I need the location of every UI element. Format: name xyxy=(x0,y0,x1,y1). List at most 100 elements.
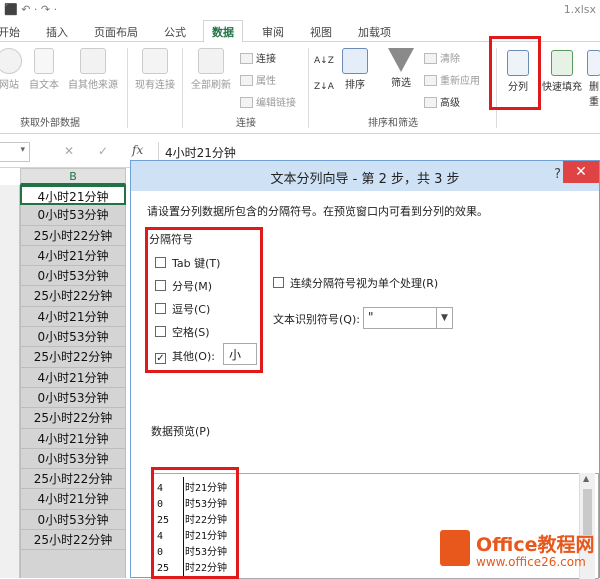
office-logo xyxy=(440,530,470,566)
table-cell[interactable]: 25小时22分钟 xyxy=(20,347,126,368)
preview-cell: 时22分钟 xyxy=(185,563,228,574)
table-cell[interactable]: 4小时21分钟 xyxy=(20,245,126,267)
flash-fill-icon xyxy=(551,50,573,76)
table-cell[interactable]: 4小时21分钟 xyxy=(20,428,126,449)
filter-button[interactable]: 筛选 xyxy=(384,48,418,89)
sort-ascending-button[interactable]: A↓Z xyxy=(314,56,334,66)
properties-button[interactable]: 属性 xyxy=(240,72,276,87)
connections-button[interactable]: 连接 xyxy=(240,50,276,65)
preview-cell: 时53分钟 xyxy=(185,547,228,558)
tab-review[interactable]: 审阅 xyxy=(262,24,284,40)
watermark-url: www.office26.com xyxy=(476,555,586,569)
advanced-filter-icon xyxy=(424,97,437,108)
text-qualifier-label: 文本识别符号(Q): xyxy=(273,313,360,326)
formula-input[interactable]: 4小时21分钟 xyxy=(158,142,600,162)
chevron-down-icon: ▼ xyxy=(436,308,452,328)
help-button[interactable]: ? xyxy=(554,167,561,182)
table-cell[interactable]: 25小时22分钟 xyxy=(20,469,126,490)
existing-connections-button[interactable]: 现有连接 xyxy=(132,48,178,91)
preview-cell: 时22分钟 xyxy=(185,515,228,526)
table-cell[interactable]: 4小时21分钟 xyxy=(20,489,126,510)
quick-access-icons[interactable]: ⬛ ↶ · ↷ · xyxy=(4,3,57,16)
edit-links-button[interactable]: 编辑链接 xyxy=(240,94,296,109)
table-cell[interactable]: 0小时53分钟 xyxy=(20,448,126,470)
table-cell[interactable]: 0小时53分钟 xyxy=(20,266,126,287)
scroll-up-icon: ▲ xyxy=(583,474,590,483)
sort-button[interactable]: 排序 xyxy=(338,48,372,91)
refresh-all-button[interactable]: 全部刷新 xyxy=(186,48,236,91)
delimiters-title: 分隔符号 xyxy=(149,233,193,246)
other-delimiter-input[interactable]: 小 xyxy=(223,343,257,365)
funnel-icon xyxy=(388,48,414,72)
table-cell[interactable]: 0小时53分钟 xyxy=(20,205,126,226)
table-cell[interactable]: 0小时53分钟 xyxy=(20,387,126,409)
from-web-button[interactable]: 网站 xyxy=(0,48,24,91)
table-cell[interactable]: 25小时22分钟 xyxy=(20,408,126,429)
row-headers xyxy=(0,185,20,578)
tab-page-layout[interactable]: 页面布局 xyxy=(94,24,138,40)
sort-descending-button[interactable]: Z↓A xyxy=(314,82,334,92)
preview-cell: 25 xyxy=(157,515,170,526)
preview-cell: 时21分钟 xyxy=(185,531,228,542)
watermark: Office教程网 www.office26.com xyxy=(440,528,600,578)
text-file-icon xyxy=(34,48,54,74)
name-box[interactable]: ▾ xyxy=(0,142,30,162)
table-cell[interactable]: 25小时22分钟 xyxy=(20,225,126,246)
table-cell[interactable]: 0小时53分钟 xyxy=(20,327,126,348)
table-cell[interactable]: 4小时21分钟 xyxy=(20,185,126,206)
from-other-sources-button[interactable]: 自其他来源 xyxy=(64,48,122,91)
space-checkbox[interactable]: 空格(S) xyxy=(155,324,210,340)
existing-connections-icon xyxy=(142,48,168,74)
tab-home[interactable]: 开始 xyxy=(0,24,20,40)
checkbox-icon xyxy=(155,257,166,268)
other-checkbox[interactable]: ✓ 其他(O): xyxy=(155,348,215,364)
tab-data[interactable]: 数据 xyxy=(203,20,243,43)
consecutive-delimiters-checkbox[interactable]: 连续分隔符号视为单个处理(R) xyxy=(273,275,438,291)
preview-cell: 时21分钟 xyxy=(185,483,228,494)
remove-duplicates-button[interactable]: 删 重 xyxy=(586,50,600,108)
insert-function-button[interactable]: fx xyxy=(132,143,143,157)
watermark-text: Office教程网 xyxy=(476,534,595,556)
flash-fill-button[interactable]: 快速填充 xyxy=(540,50,584,93)
highlight-split-button xyxy=(489,36,541,110)
data-preview-label: 数据预览(P) xyxy=(151,425,211,438)
table-cell[interactable]: 25小时22分钟 xyxy=(20,530,126,551)
advanced-button[interactable]: 高级 xyxy=(424,94,460,109)
column-header-b[interactable]: B xyxy=(20,168,126,185)
checkbox-icon xyxy=(155,326,166,337)
table-cell[interactable]: 4小时21分钟 xyxy=(20,306,126,328)
semicolon-checkbox[interactable]: 分号(M) xyxy=(155,278,212,294)
tab-view[interactable]: 视图 xyxy=(310,24,332,40)
reapply-button[interactable]: 重新应用 xyxy=(424,72,480,87)
dialog-title-bar: 文本分列向导 - 第 2 步，共 3 步 ? ✕ xyxy=(131,161,599,191)
preview-cell: 时53分钟 xyxy=(185,499,228,510)
preview-row: 0 时53分钟 xyxy=(157,495,227,510)
tab-checkbox[interactable]: Tab 键(T) xyxy=(155,255,220,271)
edit-links-icon xyxy=(240,97,253,108)
instruction-text: 请设置分列数据所包含的分隔符号。在预览窗口内可看到分列的效果。 xyxy=(147,205,488,218)
table-cell[interactable]: 0小时53分钟 xyxy=(20,509,126,531)
table-cell[interactable]: 25小时22分钟 xyxy=(20,286,126,307)
remove-duplicates-icon xyxy=(587,50,600,76)
text-qualifier-select[interactable]: " ▼ xyxy=(363,307,453,329)
enter-button[interactable]: ✓ xyxy=(98,144,108,158)
tab-formulas[interactable]: 公式 xyxy=(164,24,186,40)
preview-row: 25 时22分钟 xyxy=(157,511,227,526)
preview-row: 4 时21分钟 xyxy=(157,527,227,542)
preview-cell: 0 xyxy=(157,547,164,558)
refresh-icon xyxy=(198,48,224,74)
tab-addins[interactable]: 加载项 xyxy=(358,24,391,40)
divider xyxy=(182,48,183,128)
tab-insert[interactable]: 插入 xyxy=(46,24,68,40)
clear-filter-icon xyxy=(424,53,437,64)
clear-button[interactable]: 清除 xyxy=(424,50,460,65)
empty-cells[interactable] xyxy=(20,550,126,578)
table-cell[interactable]: 4小时21分钟 xyxy=(20,367,126,388)
close-button[interactable]: ✕ xyxy=(563,161,599,183)
preview-cell: 25 xyxy=(157,563,170,574)
preview-row: 4 时21分钟 xyxy=(157,479,227,494)
chevron-down-icon: ▾ xyxy=(20,145,25,155)
cancel-button[interactable]: ✕ xyxy=(64,144,74,158)
comma-checkbox[interactable]: 逗号(C) xyxy=(155,301,210,317)
from-text-button[interactable]: 自文本 xyxy=(26,48,62,91)
